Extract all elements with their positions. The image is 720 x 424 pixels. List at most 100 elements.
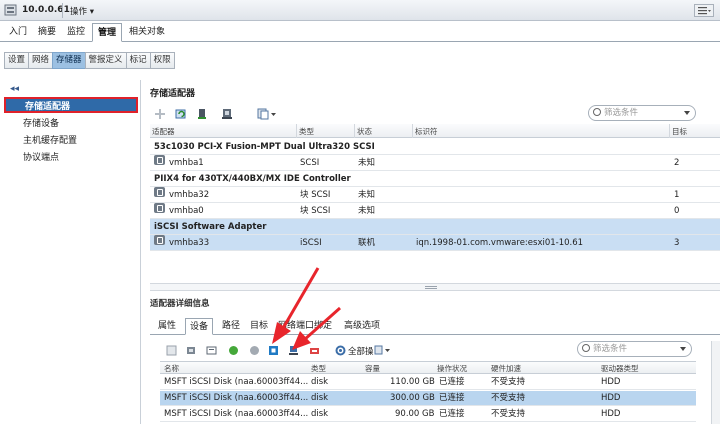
- col-divider[interactable]: [669, 124, 670, 138]
- device-name: MSFT iSCSI Disk (naa.60003ff44...: [164, 409, 309, 419]
- adapter-type: SCSI: [300, 158, 320, 168]
- device-refresh-icon[interactable]: [166, 345, 177, 356]
- tab-monitor[interactable]: 监控: [62, 23, 90, 42]
- col-divider[interactable]: [412, 124, 413, 138]
- device-hw-accel: 不受支持: [491, 409, 526, 419]
- adapter-group-name: 53c1030 PCI-X Fusion-MPT Dual Ultra320 S…: [154, 142, 375, 152]
- dtab-devices[interactable]: 设备: [185, 318, 214, 335]
- adapter-targets: 2: [674, 158, 680, 168]
- dtab-targets[interactable]: 目标: [246, 318, 272, 335]
- sidebar-item-protocol-endpoints[interactable]: 协议端点: [4, 150, 141, 166]
- adapter-name: vmhba1: [169, 158, 204, 168]
- actions-menu[interactable]: 操作 ▾: [70, 5, 94, 17]
- device-rename-icon[interactable]: [206, 345, 217, 356]
- chevron-down-icon[interactable]: [680, 347, 686, 351]
- device-row[interactable]: MSFT iSCSI Disk (naa.60003ff44... disk 1…: [160, 375, 696, 390]
- col-name[interactable]: 名称: [164, 363, 179, 374]
- col-drive-type[interactable]: 驱动器类型: [601, 363, 639, 374]
- add-adapter-icon[interactable]: [154, 108, 166, 120]
- device-detach-icon[interactable]: [186, 345, 197, 356]
- device-turn-on-led-icon[interactable]: [228, 345, 239, 356]
- col-targets[interactable]: 目标: [672, 126, 687, 137]
- details-title: 适配器详细信息: [150, 299, 210, 309]
- adapter-type: iSCSI: [300, 238, 322, 248]
- subtab-settings[interactable]: 设置: [4, 52, 30, 69]
- device-type: disk: [311, 393, 329, 403]
- col-divider[interactable]: [296, 124, 297, 138]
- col-capacity[interactable]: 容量: [365, 363, 380, 374]
- adapter-targets: 1: [674, 190, 680, 200]
- adapters-title: 存储适配器: [150, 89, 196, 99]
- chevron-down-icon[interactable]: [684, 111, 690, 115]
- device-all-actions-icon[interactable]: [335, 345, 346, 356]
- adapter-status: 未知: [358, 206, 376, 216]
- col-dev-type[interactable]: 类型: [311, 363, 326, 374]
- device-capacity: 300.00 GB: [390, 393, 435, 403]
- devices-search-placeholder: 筛选条件: [593, 344, 628, 354]
- adapter-targets: 3: [674, 238, 680, 248]
- devices-search-input[interactable]: 筛选条件: [577, 341, 692, 357]
- adapter-row[interactable]: vmhba1 SCSI 未知 2: [150, 155, 720, 171]
- adapter-group-row[interactable]: 53c1030 PCI-X Fusion-MPT Dual Ultra320 S…: [150, 139, 720, 155]
- menu-icon[interactable]: [694, 4, 714, 17]
- tab-getting-started[interactable]: 入门: [4, 23, 32, 42]
- dtab-port-binding[interactable]: 网络端口绑定: [274, 318, 336, 335]
- dtab-properties[interactable]: 属性: [154, 318, 180, 335]
- adapter-group-row[interactable]: iSCSI Software Adapter: [150, 219, 720, 235]
- subtab-permissions[interactable]: 权限: [149, 52, 175, 69]
- subtab-tags[interactable]: 标记: [125, 52, 151, 69]
- adapter-name: vmhba32: [169, 190, 210, 200]
- all-actions-button[interactable]: 全部操: [348, 345, 374, 357]
- dtab-paths[interactable]: 路径: [218, 318, 244, 335]
- adapter-group-name: PIIX4 for 430TX/440BX/MX IDE Controller: [154, 174, 351, 184]
- adapter-status: 联机: [358, 238, 376, 248]
- vertical-scrollbar[interactable]: [711, 341, 720, 424]
- rescan-vmfs-icon[interactable]: [221, 108, 233, 120]
- sidebar-item-storage-adapters[interactable]: 存储适配器: [4, 97, 138, 113]
- splitter-grip-icon[interactable]: [425, 286, 437, 289]
- device-op-state: 已连接: [439, 409, 465, 419]
- adapter-icon: [154, 203, 165, 213]
- adapter-row[interactable]: vmhba33 iSCSI 联机 iqn.1998-01.com.vmware:…: [150, 235, 720, 251]
- refresh-icon[interactable]: [175, 108, 187, 120]
- col-type[interactable]: 类型: [299, 126, 314, 137]
- adapter-group-row[interactable]: PIIX4 for 430TX/440BX/MX IDE Controller: [150, 171, 720, 187]
- tab-related-objects[interactable]: 相关对象: [124, 23, 170, 42]
- title-bar: 10.0.0.61 操作 ▾: [0, 0, 720, 21]
- actions-dropdown-icon[interactable]: [374, 345, 392, 356]
- device-turn-off-led-icon[interactable]: [249, 345, 260, 356]
- sidebar-collapse-icon[interactable]: ◂◂: [10, 84, 19, 94]
- col-identifier[interactable]: 标识符: [415, 126, 438, 137]
- device-mark-local-icon[interactable]: [288, 345, 299, 356]
- adapter-icon: [154, 155, 165, 165]
- sidebar-item-storage-devices[interactable]: 存储设备: [4, 116, 141, 132]
- dtab-advanced[interactable]: 高级选项: [340, 318, 384, 335]
- device-row[interactable]: MSFT iSCSI Disk (naa.60003ff44... disk 3…: [160, 391, 696, 406]
- adapter-row[interactable]: vmhba0 块 SCSI 未知 0: [150, 203, 720, 219]
- device-drive-type: HDD: [601, 377, 621, 387]
- subtab-networking[interactable]: 网络: [28, 52, 54, 69]
- panel-splitter[interactable]: [150, 283, 720, 291]
- device-row[interactable]: MSFT iSCSI Disk (naa.60003ff44... disk 9…: [160, 407, 696, 422]
- tab-summary[interactable]: 摘要: [33, 23, 61, 42]
- col-adapter[interactable]: 适配器: [152, 126, 175, 137]
- adapter-icon: [154, 187, 165, 197]
- subtab-storage[interactable]: 存储器: [52, 52, 86, 69]
- device-erase-partitions-icon[interactable]: [309, 345, 320, 356]
- adapter-row[interactable]: vmhba32 块 SCSI 未知 1: [150, 187, 720, 203]
- col-status[interactable]: 状态: [357, 126, 372, 137]
- device-mark-flash-icon[interactable]: [268, 345, 279, 356]
- search-icon: [593, 108, 601, 116]
- col-divider[interactable]: [354, 124, 355, 138]
- col-op-state[interactable]: 操作状况: [437, 363, 467, 374]
- tab-manage[interactable]: 管理: [92, 23, 123, 42]
- adapters-search-input[interactable]: 筛选条件: [588, 105, 696, 121]
- device-op-state: 已连接: [439, 393, 465, 403]
- adapter-status: 未知: [358, 190, 376, 200]
- actions-dropdown-icon[interactable]: [257, 108, 277, 120]
- sidebar-item-host-cache[interactable]: 主机缓存配置: [4, 133, 141, 149]
- device-type: disk: [311, 409, 329, 419]
- col-hw-accel[interactable]: 硬件加速: [491, 363, 521, 374]
- subtab-alarm-definitions[interactable]: 警报定义: [84, 52, 127, 69]
- rescan-storage-icon[interactable]: [196, 108, 208, 120]
